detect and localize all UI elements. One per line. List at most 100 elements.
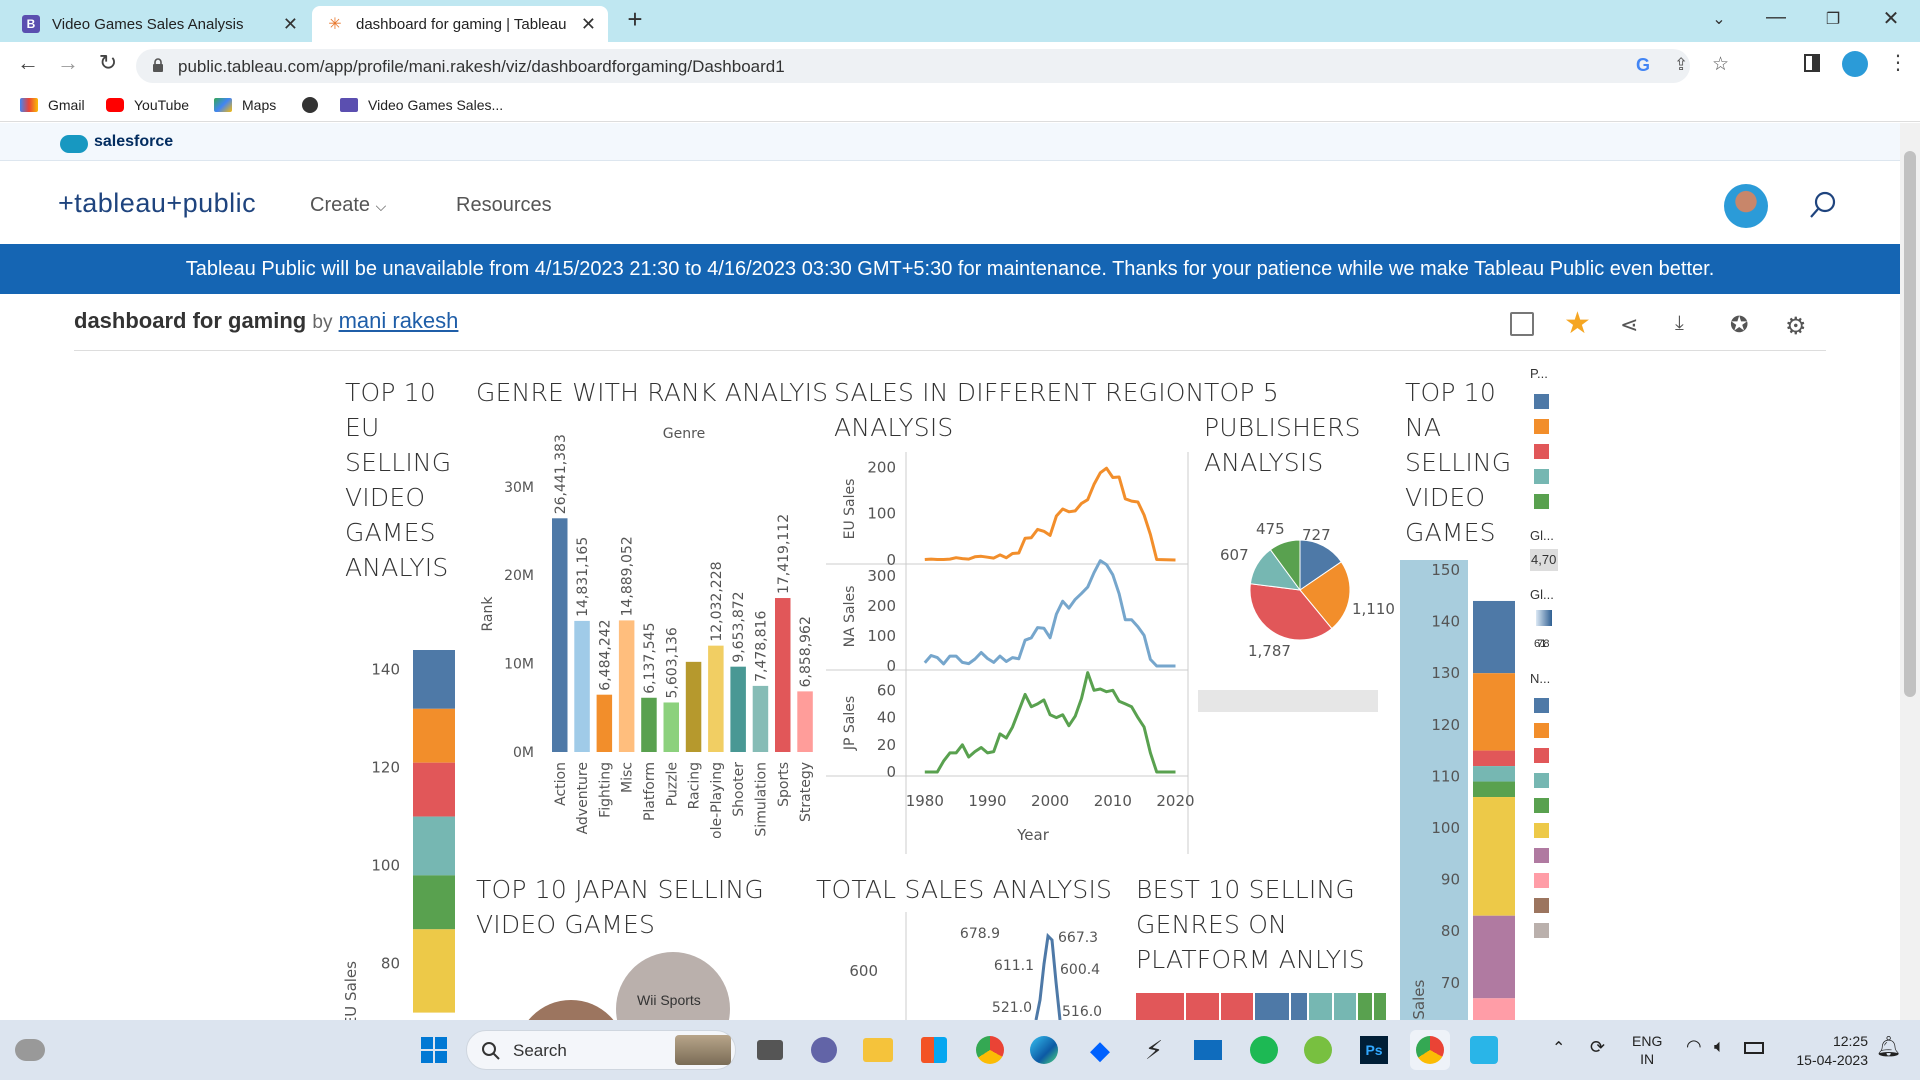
japan-bubble-chart[interactable]: Wii Sports bbox=[476, 940, 776, 1020]
legend-swatch[interactable] bbox=[1534, 394, 1549, 409]
wifi-icon[interactable]: ◠ bbox=[1686, 1036, 1702, 1057]
store-icon[interactable] bbox=[914, 1030, 954, 1070]
legend-swatch[interactable] bbox=[1534, 898, 1549, 913]
salesforce-logo[interactable]: salesforce bbox=[94, 133, 173, 151]
mail-icon[interactable] bbox=[1188, 1030, 1228, 1070]
bookmark-gmail[interactable]: Gmail bbox=[20, 97, 85, 113]
scrollbar-thumb[interactable] bbox=[1904, 151, 1916, 697]
eu-stacked-bar-chart[interactable]: 80 100 120 140 EU Sales bbox=[330, 620, 470, 1020]
tab-video-games-sales[interactable]: B Video Games Sales Analysis ✕ bbox=[8, 6, 310, 42]
genre-bar-chart[interactable]: Genre Rank 0M 10M 20M 30M 26,441,383 Action 14,8… bbox=[476, 418, 816, 838]
google-lens-icon[interactable]: G bbox=[1636, 55, 1650, 76]
new-tab-button[interactable]: + bbox=[620, 4, 650, 35]
best-genres-treemap[interactable] bbox=[1136, 993, 1387, 1020]
file-explorer-icon[interactable] bbox=[858, 1030, 898, 1070]
photoshop-icon[interactable]: Ps bbox=[1354, 1030, 1394, 1070]
legend-swatch[interactable] bbox=[1534, 469, 1549, 484]
minimize-icon[interactable]: — bbox=[1761, 6, 1791, 29]
close-tab-icon[interactable]: ✕ bbox=[581, 14, 596, 35]
bookmark-star-icon[interactable]: ☆ bbox=[1712, 53, 1729, 76]
treemap-cell[interactable] bbox=[1291, 993, 1310, 1020]
edit-copy-icon[interactable] bbox=[1510, 312, 1534, 336]
japan-bubble-wii-sports[interactable] bbox=[616, 952, 730, 1020]
tableau-public-logo[interactable]: +tableau+public bbox=[58, 188, 256, 219]
treemap-cell[interactable] bbox=[1220, 993, 1255, 1020]
legend-swatch[interactable] bbox=[1534, 748, 1549, 763]
legend-value-box[interactable]: 4,70 bbox=[1530, 549, 1558, 571]
close-window-icon[interactable]: ✕ bbox=[1876, 6, 1906, 31]
page-scrollbar[interactable] bbox=[1900, 123, 1920, 1020]
legend-swatch[interactable] bbox=[1534, 823, 1549, 838]
treemap-cell[interactable] bbox=[1309, 993, 1334, 1020]
legend-swatch[interactable] bbox=[1534, 444, 1549, 459]
legend-swatch[interactable] bbox=[1534, 419, 1549, 434]
utorrent-icon[interactable] bbox=[1298, 1030, 1338, 1070]
windows-start-icon[interactable] bbox=[414, 1030, 454, 1070]
forward-icon[interactable]: → bbox=[52, 50, 84, 76]
tab-dashboard-for-gaming[interactable]: ✳ dashboard for gaming | Tableau P ✕ bbox=[312, 6, 608, 42]
treemap-cell[interactable] bbox=[1333, 993, 1358, 1020]
browser-menu-icon[interactable]: ⋮ bbox=[1888, 50, 1908, 75]
treemap-cell[interactable] bbox=[1373, 993, 1387, 1020]
bookmark-video-games-sales[interactable]: Video Games Sales... bbox=[340, 97, 503, 113]
total-sales-line-chart[interactable]: 600 678.9 667.3 611.1 600.4 521.0 516.0 bbox=[826, 912, 1126, 1020]
app-icon[interactable]: ⚡ bbox=[1134, 1030, 1174, 1070]
task-view-icon[interactable] bbox=[750, 1030, 790, 1070]
legend-swatch[interactable] bbox=[1534, 798, 1549, 813]
reload-icon[interactable]: ↻ bbox=[92, 50, 124, 76]
profile-avatar[interactable] bbox=[1842, 51, 1868, 77]
bookmark-youtube[interactable]: YouTube bbox=[106, 97, 189, 113]
legend-swatch[interactable] bbox=[1534, 873, 1549, 888]
na-stacked-bar-chart[interactable]: 70 80 90 100 110 120 130 140 150 NA Sales bbox=[1400, 556, 1530, 1020]
weather-icon[interactable] bbox=[10, 1030, 50, 1070]
legend-swatch[interactable] bbox=[1534, 723, 1549, 738]
chrome-profile-icon[interactable] bbox=[1410, 1030, 1450, 1070]
publishers-scrollbar[interactable] bbox=[1198, 690, 1378, 712]
share-icon[interactable]: ⋖ bbox=[1620, 312, 1644, 337]
user-avatar[interactable] bbox=[1724, 184, 1768, 228]
battery-icon[interactable] bbox=[1744, 1042, 1764, 1054]
chrome-icon[interactable] bbox=[970, 1030, 1010, 1070]
legend-swatch[interactable] bbox=[1534, 848, 1549, 863]
address-bar[interactable]: public.tableau.com/app/profile/mani.rake… bbox=[136, 49, 1729, 83]
author-link[interactable]: mani rakesh bbox=[339, 308, 459, 333]
clock[interactable]: 12:25 15-04-2023 bbox=[1786, 1032, 1868, 1070]
search-icon[interactable] bbox=[1808, 190, 1838, 220]
treemap-cell[interactable] bbox=[1186, 993, 1221, 1020]
side-panel-icon[interactable] bbox=[1804, 54, 1820, 72]
restore-icon[interactable]: ❐ bbox=[1818, 9, 1848, 29]
snowflake-app-icon[interactable] bbox=[1464, 1030, 1504, 1070]
japan-bubble[interactable] bbox=[516, 1000, 626, 1020]
nav-resources[interactable]: Resources bbox=[456, 194, 552, 217]
favorite-star-icon[interactable]: ★ bbox=[1564, 306, 1591, 340]
bookmark-maps[interactable]: Maps bbox=[214, 97, 276, 113]
sync-icon[interactable]: ⟳ bbox=[1590, 1037, 1605, 1058]
teams-icon[interactable] bbox=[804, 1030, 844, 1070]
treemap-cell[interactable] bbox=[1136, 993, 1187, 1020]
tab-search-icon[interactable]: ⌄ bbox=[1704, 9, 1734, 29]
notification-icon[interactable]: 🔔︎ bbox=[1876, 1034, 1901, 1059]
legend-swatch[interactable] bbox=[1534, 494, 1549, 509]
taskbar-search[interactable]: Search bbox=[466, 1030, 736, 1070]
settings-gear-icon[interactable]: ⚙ bbox=[1785, 312, 1809, 340]
back-icon[interactable]: ← bbox=[12, 50, 44, 76]
badge-icon[interactable]: ✪ bbox=[1730, 312, 1754, 337]
region-line-charts[interactable]: EU Sales 0 100 200 NA Sales 0 100 200 300 JP Sale… bbox=[826, 452, 1194, 854]
treemap-cell[interactable] bbox=[1254, 993, 1292, 1020]
dropbox-icon[interactable]: ◆ bbox=[1080, 1030, 1120, 1070]
edge-icon[interactable] bbox=[1024, 1030, 1064, 1070]
language-indicator[interactable]: ENG IN bbox=[1632, 1032, 1662, 1068]
legend-swatch[interactable] bbox=[1534, 773, 1549, 788]
legend-swatch[interactable] bbox=[1534, 923, 1549, 938]
bookmark-globe[interactable] bbox=[302, 97, 328, 113]
legend-panel[interactable]: P... Gl... 4,70 Gl... 6718 N... bbox=[1530, 366, 1566, 966]
volume-icon[interactable]: 🔈︎ bbox=[1714, 1036, 1725, 1057]
legend-swatch[interactable] bbox=[1534, 698, 1549, 713]
nav-create[interactable]: Create ⌵ bbox=[310, 194, 386, 217]
share-page-icon[interactable]: ⇪ bbox=[1674, 55, 1688, 75]
publishers-pie-chart[interactable]: 727 1,110 1,787 607 475 bbox=[1220, 510, 1400, 670]
close-tab-icon[interactable]: ✕ bbox=[283, 14, 298, 35]
download-icon[interactable]: ⤓ bbox=[1675, 312, 1699, 336]
treemap-cell[interactable] bbox=[1357, 993, 1374, 1020]
spotify-icon[interactable] bbox=[1244, 1030, 1284, 1070]
